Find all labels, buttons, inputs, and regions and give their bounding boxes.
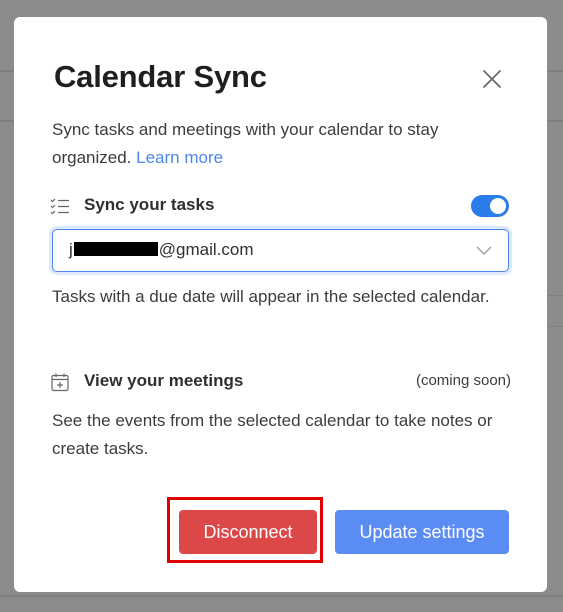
meetings-description: See the events from the selected calenda…: [52, 411, 493, 458]
meetings-header: View your meetings (coming soon): [50, 368, 511, 396]
calendar-select-value: j @gmail.com: [69, 240, 254, 260]
calendar-sync-dialog: Calendar Sync Sync tasks and meetings wi…: [14, 17, 547, 592]
close-icon[interactable]: [480, 67, 504, 91]
chevron-down-icon: [476, 246, 492, 255]
sync-tasks-toggle[interactable]: [471, 195, 509, 217]
sync-tasks-label: Sync your tasks: [84, 195, 215, 214]
email-prefix: j: [69, 240, 73, 259]
checklist-icon: [50, 198, 69, 215]
calendar-add-icon: [51, 373, 69, 392]
redaction-bar: [73, 241, 158, 256]
meetings-label: View your meetings: [84, 371, 244, 390]
learn-more-link[interactable]: Learn more: [136, 148, 223, 167]
coming-soon-badge: (coming soon): [415, 372, 511, 389]
calendar-select[interactable]: j @gmail.com: [52, 229, 509, 272]
background-panel: [545, 295, 563, 327]
description-text: Sync tasks and meetings with your calend…: [52, 120, 439, 167]
toggle-knob: [490, 198, 506, 214]
sync-tasks-helper: Tasks with a due date will appear in the…: [52, 287, 490, 306]
background-divider: [0, 595, 563, 597]
sync-tasks-header: Sync your tasks: [50, 192, 510, 220]
dialog-description: Sync tasks and meetings with your calend…: [52, 116, 492, 172]
email-suffix: @gmail.com: [158, 240, 254, 259]
update-settings-button[interactable]: Update settings: [335, 510, 509, 554]
dialog-title: Calendar Sync: [54, 59, 267, 94]
disconnect-button[interactable]: Disconnect: [179, 510, 317, 554]
